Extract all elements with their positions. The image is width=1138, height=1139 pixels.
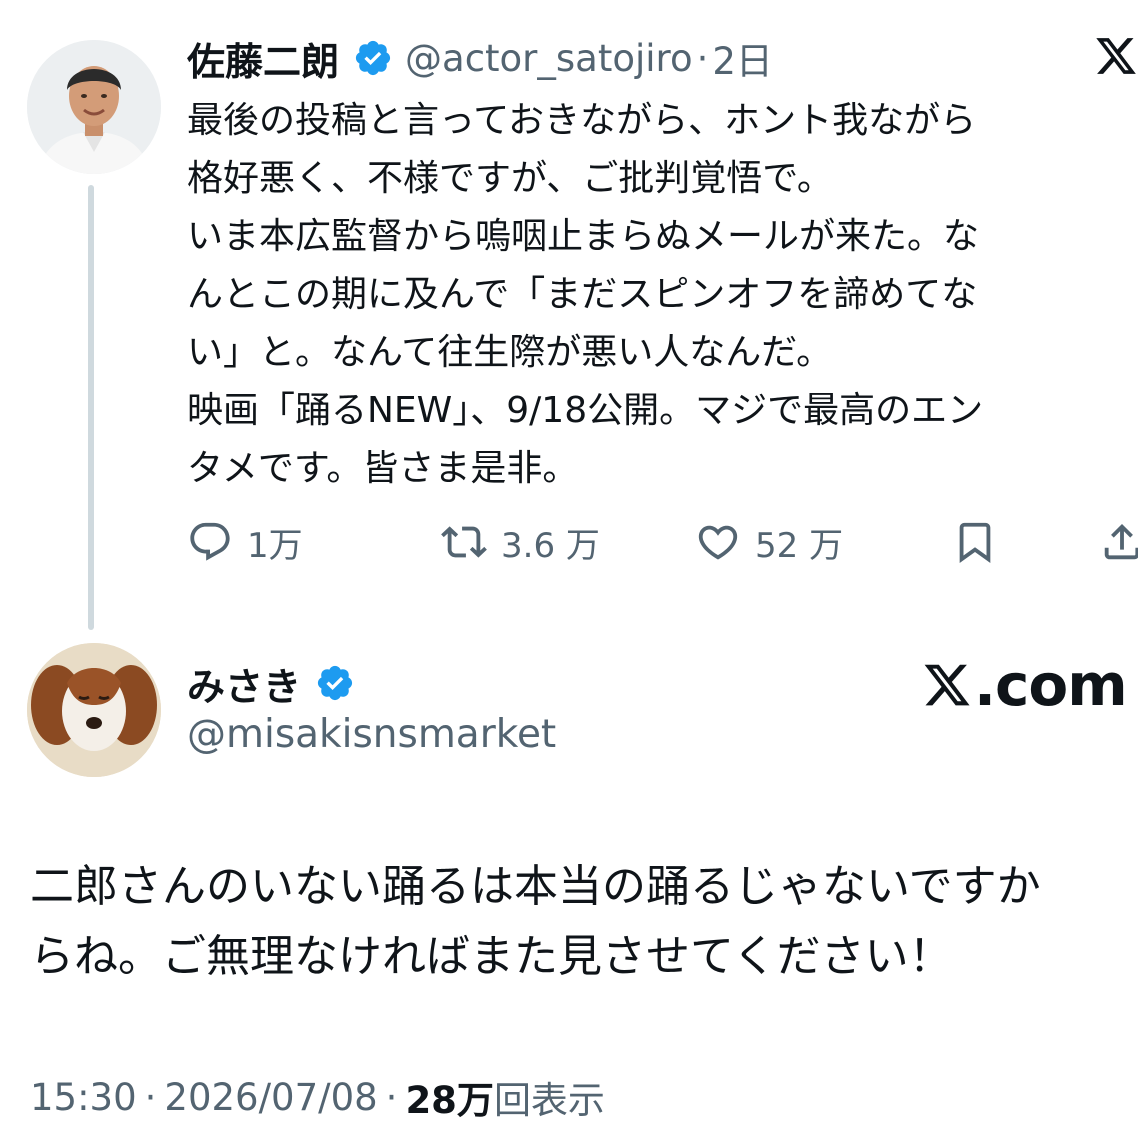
repost-count: 3.6 万 — [501, 525, 600, 566]
share-icon — [1104, 523, 1138, 560]
x-com-text: .com — [974, 651, 1128, 719]
separator-dot: · — [144, 1075, 157, 1119]
post-meta-footer: 15:30 · 2026/07/08 · 28万 回表示 — [30, 1070, 605, 1124]
avatar-misaki[interactable] — [27, 643, 161, 777]
verified-badge-icon — [355, 40, 391, 76]
tweet-time[interactable]: 2日 — [712, 31, 773, 85]
avatar-satojiro[interactable] — [27, 40, 161, 174]
x-logo-icon[interactable] — [1094, 34, 1138, 78]
tweet-action-bar: 1万 3.6 万 52 万 — [187, 517, 1138, 567]
tweet-author-row: 佐藤二朗 @actor_satojiro · 2日 — [187, 30, 773, 86]
x-logo-icon — [924, 664, 970, 706]
view-label: 回表示 — [493, 1079, 605, 1122]
thread-connector-line — [88, 185, 94, 630]
post-time[interactable]: 15:30 — [30, 1076, 137, 1119]
verified-badge-icon — [317, 665, 353, 701]
reply-author-row: みさき — [187, 655, 355, 711]
repost-button[interactable]: 3.6 万 — [441, 517, 600, 567]
reply-icon — [190, 522, 230, 561]
reply-button[interactable]: 1万 — [187, 517, 303, 567]
view-count[interactable]: 28万 — [405, 1070, 494, 1124]
reply-author-display-name[interactable]: みさき — [187, 656, 301, 711]
repost-icon — [441, 526, 487, 558]
tweet-body-text: 最後の投稿と言っておきながら、ホント我ながら 格好悪く、不様ですが、ご批判覚悟で… — [187, 100, 984, 489]
bookmark-icon — [959, 522, 991, 563]
author-display-name[interactable]: 佐藤二朗 — [187, 31, 339, 86]
reply-count: 1万 — [247, 525, 303, 566]
separator-dot: · — [385, 1075, 398, 1119]
like-icon — [698, 525, 738, 560]
reply-author-handle[interactable]: @misakisnsmarket — [187, 712, 556, 757]
x-com-brand: .com — [922, 650, 1128, 720]
share-button[interactable] — [1099, 517, 1138, 567]
separator-dot: · — [696, 36, 709, 80]
bookmark-button[interactable] — [952, 517, 998, 567]
reply-body-text: 二郎さんのいない踊るは本当の踊るじゃないですか らね。ご無理なければまた見させて… — [30, 861, 1041, 982]
like-button[interactable]: 52 万 — [695, 517, 843, 567]
author-handle[interactable]: @actor_satojiro — [405, 37, 693, 80]
post-date[interactable]: 2026/07/08 — [164, 1076, 377, 1119]
like-count: 52 万 — [755, 525, 844, 566]
